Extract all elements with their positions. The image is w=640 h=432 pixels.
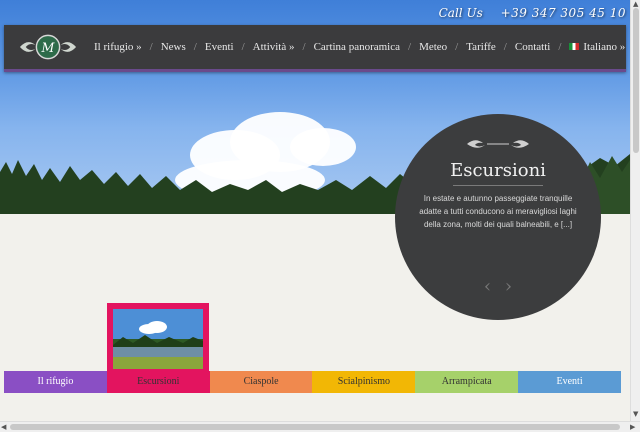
main-navigation: M Il rifugio » / News / Eventi / Attivit…: [4, 25, 626, 72]
tab-scialpinismo[interactable]: Scialpinismo: [312, 371, 416, 393]
phone-number[interactable]: +39 347 305 45 10: [501, 6, 626, 20]
vertical-scroll-thumb[interactable]: [633, 8, 639, 153]
slider-arrows: ‹ ›: [395, 276, 601, 297]
nav-item-il-rifugio[interactable]: Il rifugio »: [92, 41, 144, 53]
horizontal-scroll-thumb[interactable]: [10, 424, 620, 430]
horizontal-scrollbar[interactable]: ◀ ▶: [0, 421, 640, 432]
feature-circle: Escursioni In estate e autunno passeggia…: [395, 114, 601, 320]
tab-escursioni[interactable]: Escursioni: [106, 371, 210, 393]
nav-separator: /: [302, 41, 306, 53]
active-tab-card[interactable]: [107, 303, 209, 371]
lodge-logo-icon: M: [19, 34, 77, 60]
nav-item-meteo[interactable]: Meteo: [417, 41, 449, 53]
feature-divider: [453, 185, 543, 186]
nav-separator: /: [558, 41, 562, 53]
site-logo[interactable]: M: [18, 33, 78, 61]
nav-separator: /: [241, 41, 245, 53]
nav-separator: /: [193, 41, 197, 53]
nav-item-tariffe[interactable]: Tariffe: [464, 41, 498, 53]
nav-separator: /: [455, 41, 459, 53]
svg-text:M: M: [41, 40, 56, 55]
nav-item-attivita[interactable]: Attività »: [251, 41, 297, 53]
activity-tabs: Il rifugio Escursioni Ciaspole Scialpini…: [4, 371, 621, 393]
nav-item-cartina-panoramica[interactable]: Cartina panoramica: [312, 41, 402, 53]
call-us: Call Us +39 347 305 45 10: [439, 6, 626, 20]
nav-separator: /: [408, 41, 412, 53]
tab-il-rifugio[interactable]: Il rifugio: [4, 371, 107, 393]
scroll-down-icon[interactable]: ▼: [633, 410, 638, 418]
feature-description: In estate e autunno passeggiate tranquil…: [419, 194, 577, 229]
tab-arrampicata[interactable]: Arrampicata: [415, 371, 519, 393]
lake-thumbnail: [113, 309, 203, 369]
nav-menu: Il rifugio » / News / Eventi / Attività …: [92, 25, 627, 69]
nav-item-eventi[interactable]: Eventi: [203, 41, 236, 53]
scroll-left-icon[interactable]: ◀: [1, 423, 6, 431]
flourish-ornament-icon: [467, 140, 529, 148]
nav-item-news[interactable]: News: [159, 41, 188, 53]
tab-ciaspole[interactable]: Ciaspole: [209, 371, 313, 393]
next-arrow-icon[interactable]: ›: [505, 276, 512, 297]
tab-eventi[interactable]: Eventi: [518, 371, 621, 393]
prev-arrow-icon[interactable]: ‹: [484, 276, 491, 297]
nav-item-contatti[interactable]: Contatti: [513, 41, 552, 53]
vertical-scrollbar[interactable]: ▲ ▼: [630, 0, 640, 421]
nav-separator: /: [503, 41, 507, 53]
language-label: Italiano »: [583, 41, 626, 53]
scroll-right-icon[interactable]: ▶: [630, 423, 635, 431]
italian-flag-icon: [569, 43, 580, 50]
scroll-up-icon[interactable]: ▲: [633, 0, 638, 8]
nav-item-language[interactable]: Italiano »: [567, 41, 627, 53]
feature-title: Escursioni: [450, 160, 546, 181]
call-us-label: Call Us: [438, 6, 483, 20]
nav-separator: /: [149, 41, 153, 53]
